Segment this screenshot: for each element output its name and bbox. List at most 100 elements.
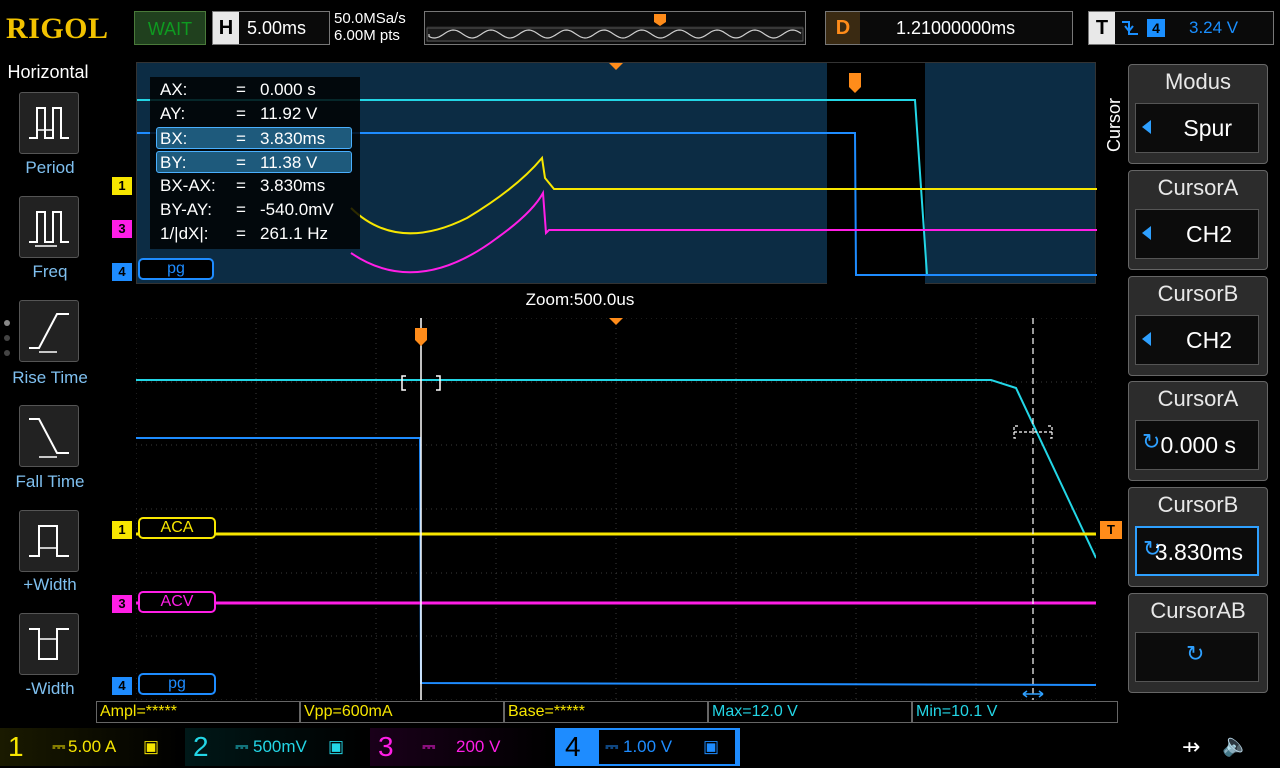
measurement-item[interactable]: Min=10.1 V [912,701,1118,723]
trigger-source-badge: 4 [1147,19,1165,37]
cursor-readout-row: BY-AY: = -540.0mV [156,199,352,221]
softkey-value-box: Spur [1135,103,1259,153]
horizontal-timebase-box[interactable]: H 5.00ms [212,11,330,45]
sound-muted-icon[interactable]: 🔈 [1222,732,1249,758]
readout-eq: = [236,80,246,99]
page-dot-icon [4,350,10,356]
select-arrow-icon [1142,332,1151,346]
channel-number: 4 [565,731,581,762]
measurement-results-bar: Ampl=***** Vpp=600mA Base=***** Max=12.0… [96,701,1120,725]
cursor-readout-row-selected: BX: = 3.830ms [156,127,352,149]
measurement-item[interactable]: Max=12.0 V [708,701,912,723]
memory-map-bar[interactable] [424,11,806,45]
trigger-key-badge: T [1089,12,1115,44]
usb-icon: ⇸ [1182,734,1201,759]
readout-value: 0.000 s [260,80,316,99]
ch3-label-acv[interactable]: ACV [138,591,216,613]
softkey-title: CursorA [1157,386,1239,411]
cursor-readout-row: 1/|dX|: = 261.1 Hz [156,223,352,245]
readout-name: BY-AY: [160,200,212,219]
channel-number: 3 [378,731,394,762]
period-label: Period [25,158,75,177]
measurement-item[interactable]: Vpp=600mA [300,701,504,723]
cursor-readout-panel: AX: = 0.000 s AY: = 11.92 V BX: = 3.830m… [150,77,360,249]
channel-4-value-box: ⎓ 1.00 V ▣ [599,730,735,764]
readout-name: BX-AX: [160,176,216,195]
ch1-label-aca[interactable]: ACA [138,517,216,539]
ch1-ground-marker[interactable]: 1 [112,521,132,539]
measure-negative-width-button[interactable] [19,613,79,675]
ch3-ground-marker[interactable]: 3 [112,595,132,613]
bandwidth-limit-icon: ▣ [703,737,720,756]
channel-4-status-active[interactable]: 4 ⎓ 1.00 V ▣ [555,728,740,766]
measure-rise-time-button[interactable] [19,300,79,362]
overview-ch4-marker[interactable]: 4 [112,263,132,281]
channel-number: 2 [193,731,209,762]
rise-time-icon [29,313,69,353]
delay-box[interactable]: D 1.21000000ms [825,11,1073,45]
bandwidth-limit-icon: ▣ [143,737,160,756]
channel-3-status[interactable]: 3 ⎓ 200 V [370,728,550,766]
cursor-ab-softkey[interactable]: CursorAB ↻ [1128,593,1268,693]
channel-scale: 500mV [253,737,307,756]
channel-1-status[interactable]: 1 ⎓ 5.00 A ▣ [0,728,180,766]
brand-logo: RIGOL [6,12,109,45]
select-arrow-icon [1142,120,1151,134]
softkey-value: 3.830ms [1154,539,1243,565]
trigger-position-marker-icon [609,318,623,325]
period-icon [29,107,69,139]
measure-positive-width-button[interactable] [19,510,79,572]
readout-eq: = [236,153,246,172]
measure-period-button[interactable] [19,92,79,154]
cursor-a-position-softkey[interactable]: CursorA ↻ 0.000 s [1128,381,1268,481]
softkey-title: CursorAB [1150,598,1246,623]
cursor-mode-softkey[interactable]: Modus Spur [1128,64,1268,164]
frequency-icon [29,211,69,247]
cursor-b-position-softkey[interactable]: CursorB ↻ 3.830ms [1128,487,1268,587]
channel-2-status[interactable]: 2 ⎓ 500mV ▣ [185,728,365,766]
run-status-indicator[interactable]: WAIT [134,11,206,45]
memory-map-waveform-icon [426,14,804,42]
measure-fall-time-button[interactable] [19,405,79,467]
left-menu-title: Horizontal [7,62,89,82]
softkey-value-box: ↻ 0.000 s [1135,420,1259,470]
cursor-a-source-softkey[interactable]: CursorA CH2 [1128,170,1268,270]
softkey-title: Modus [1164,69,1232,94]
readout-eq: = [236,129,246,148]
readout-eq: = [236,176,246,195]
timebase-value: 5.00ms [247,18,307,38]
rotary-knob-icon: ↻ [1186,641,1205,666]
overview-ch3-trace [350,189,1097,274]
cursor-readout-row: AY: = 11.92 V [156,103,352,125]
ch4-label-pg[interactable]: pg [138,673,216,695]
zoomed-waveform-window[interactable] [136,318,1096,700]
freq-label: Freq [32,262,68,281]
channel-scale: 200 V [456,737,501,756]
dc-coupling-icon: ⎓ [52,737,66,756]
measurement-item[interactable]: Base=***** [504,701,708,723]
overview-ch4-label[interactable]: pg [138,258,214,280]
trigger-box[interactable]: T 4 3.24 V [1088,11,1274,45]
zoomed-ch4-trace [136,437,1096,686]
softkey-title: CursorA [1157,175,1239,200]
readout-name: BX: [160,129,188,148]
sample-rate: 50.0MSa/s [334,10,406,27]
overview-ch3-marker[interactable]: 3 [112,220,132,238]
delay-value: 1.21000000ms [896,18,1016,38]
softkey-value-box: ↻ 3.830ms [1135,526,1259,576]
fall-time-icon [29,418,69,458]
channel-number: 1 [8,731,24,762]
cursor-readout-row: AX: = 0.000 s [156,79,352,101]
measure-freq-button[interactable] [19,196,79,258]
delay-key-badge: D [826,12,860,44]
cursor-b-source-softkey[interactable]: CursorB CH2 [1128,276,1268,376]
overview-ch1-marker[interactable]: 1 [112,177,132,195]
trigger-level-marker[interactable]: T [1100,521,1122,539]
readout-name: AX: [160,80,188,99]
zoom-window-region [827,63,925,285]
ch4-ground-marker[interactable]: 4 [112,677,132,695]
trigger-t-marker-icon [415,328,427,346]
readout-value: 11.38 V [260,153,318,172]
measurement-item[interactable]: Ampl=***** [96,701,300,723]
softkey-value: CH2 [1185,221,1232,247]
